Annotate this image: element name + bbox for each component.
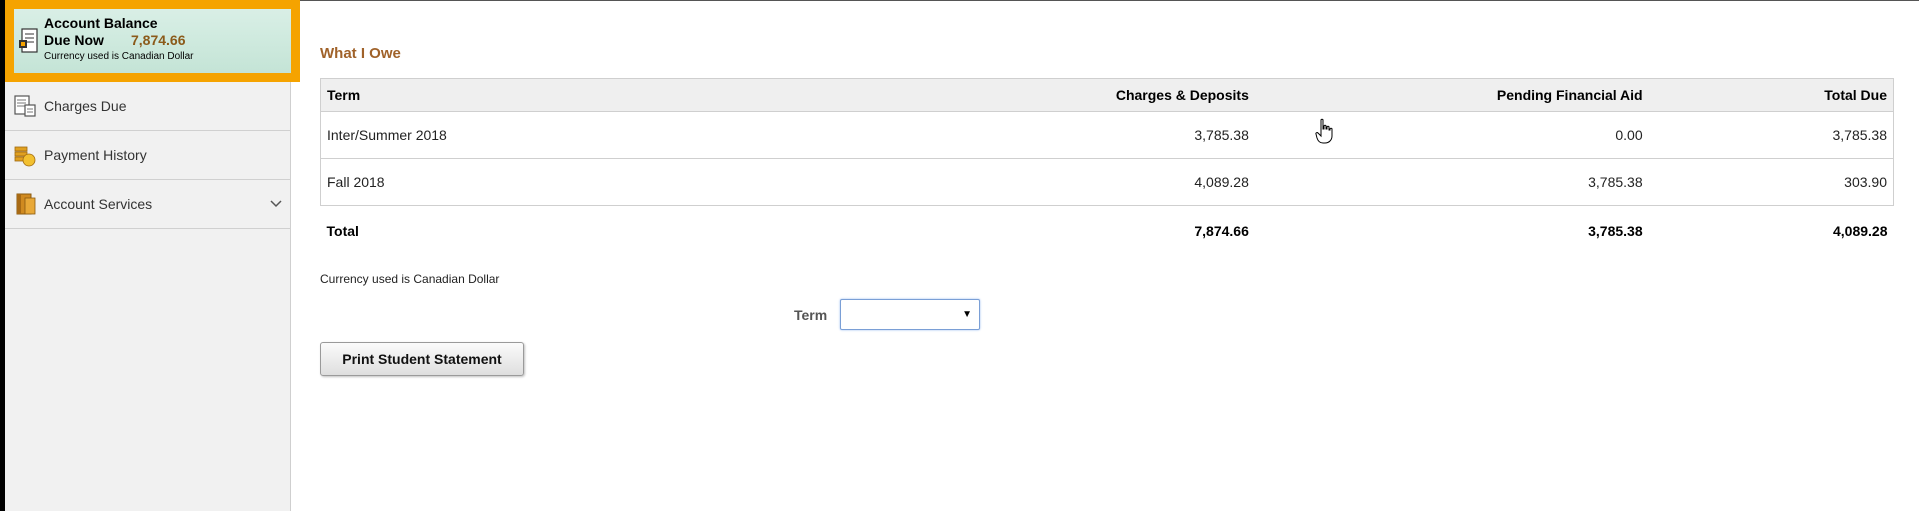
sidebar-item-label: Charges Due [44,98,127,114]
header-charges-deposits: Charges & Deposits [880,78,1255,112]
balance-currency-note: Currency used is Canadian Dollar [44,51,194,62]
term-filter-label: Term [794,307,828,323]
due-now-label: Due Now [44,32,104,48]
account-balance-card[interactable]: Account Balance Due Now 7,874.66 Currenc… [5,0,300,82]
header-pending-financial-aid: Pending Financial Aid [1254,78,1649,112]
table-row: Inter/Summer 2018 3,785.38 0.00 3,785.38 [320,111,1894,159]
total-due: 4,089.28 [1833,222,1888,239]
table-total-row: Total 7,874.66 3,785.38 4,089.28 [321,206,1894,256]
what-i-owe-table: Term Charges & Deposits Pending Financia… [320,78,1894,256]
cell-term: Inter/Summer 2018 [320,111,881,159]
chevron-down-icon[interactable] [270,199,282,209]
balance-title: Account Balance [44,15,158,31]
due-now-amount: 7,874.66 [131,32,186,48]
sidebar-item-charges-due[interactable]: Charges Due [5,82,291,131]
term-select[interactable]: ▼ [840,299,980,330]
cell-term: Fall 2018 [320,158,881,206]
currency-note: Currency used is Canadian Dollar [320,272,500,286]
total-label: Total [326,222,359,239]
header-total-due: Total Due [1648,78,1894,112]
table-row: Fall 2018 4,089.28 3,785.38 303.90 [320,158,1894,206]
book-icon [16,193,36,215]
sidebar-item-label: Account Services [44,196,153,212]
coins-icon [14,146,36,167]
page: Account Balance Due Now 7,874.66 Currenc… [0,0,1919,511]
total-charges: 7,874.66 [1194,222,1249,239]
cell-pending-aid: 0.00 [1254,111,1649,159]
sidebar-item-payment-history[interactable]: Payment History [5,131,291,180]
hand-cursor-icon [1315,118,1333,144]
section-title: What I Owe [320,45,401,62]
total-pending-aid: 3,785.38 [1588,222,1643,239]
header-term: Term [320,78,881,112]
cell-total-due: 3,785.38 [1648,111,1894,159]
dropdown-arrow-icon: ▼ [962,309,972,320]
sidebar-item-label: Payment History [44,147,147,163]
table-header-row: Term Charges & Deposits Pending Financia… [320,78,1894,112]
cell-pending-aid: 3,785.38 [1254,158,1649,206]
cell-charges: 3,785.38 [880,111,1255,159]
cell-charges: 4,089.28 [880,158,1255,206]
statement-icon [19,28,38,53]
cell-total-due: 303.90 [1648,158,1894,206]
charges-icon [14,95,36,117]
sidebar: Account Balance Due Now 7,874.66 Currenc… [5,0,300,511]
sidebar-item-account-services[interactable]: Account Services [5,180,291,229]
print-student-statement-button[interactable]: Print Student Statement [320,342,524,376]
